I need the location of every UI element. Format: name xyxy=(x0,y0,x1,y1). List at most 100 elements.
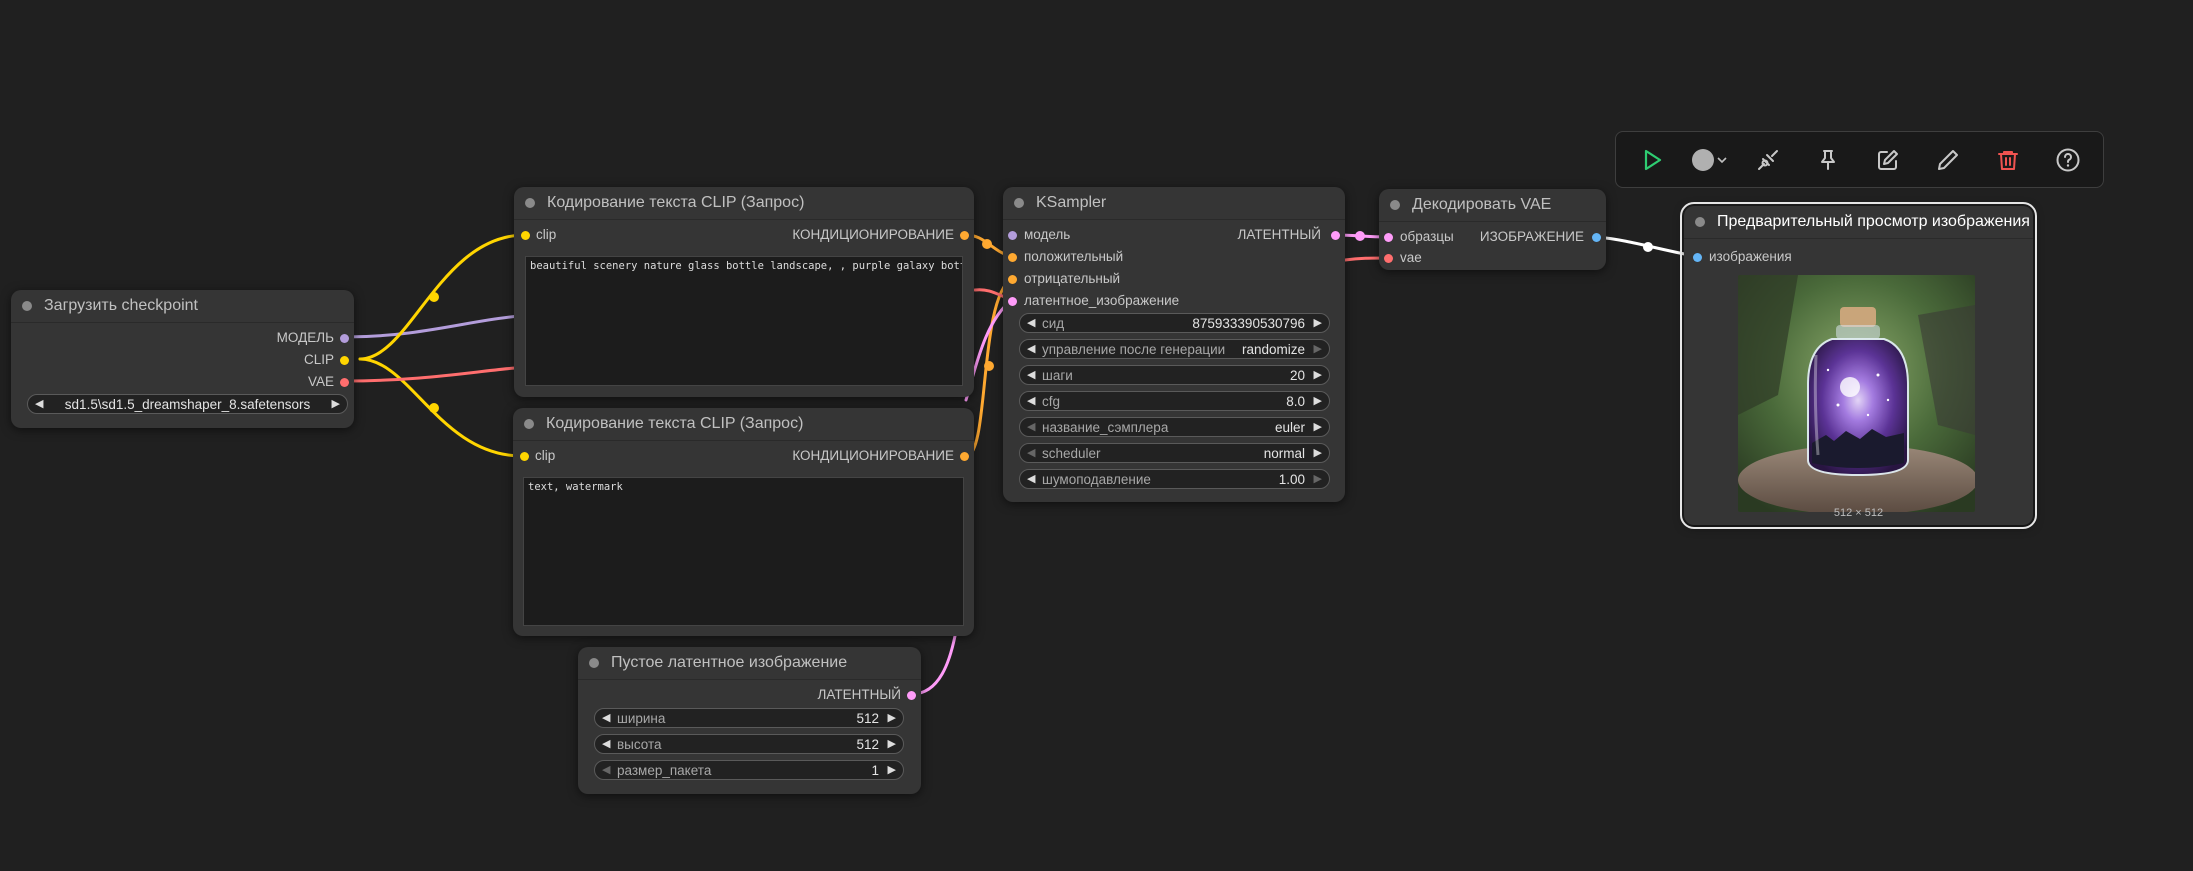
output-conditioning-port[interactable] xyxy=(960,452,969,461)
arrow-right-icon[interactable]: ▶ xyxy=(1314,342,1322,356)
arrow-left-icon[interactable]: ◀ xyxy=(1027,342,1035,356)
collapse-dot-icon[interactable] xyxy=(524,419,534,429)
collapse-dot-icon[interactable] xyxy=(1014,198,1024,208)
arrow-left-icon[interactable]: ◀ xyxy=(602,711,610,725)
node-title: Загрузить checkpoint xyxy=(44,297,198,314)
control-value: randomize xyxy=(1241,342,1305,357)
output-conditioning-port[interactable] xyxy=(960,231,969,240)
control-after-generate-widget[interactable]: ◀ управление после генерации randomize ▶ xyxy=(1019,339,1330,359)
collapse-dot-icon[interactable] xyxy=(589,658,599,668)
collapse-dot-icon[interactable] xyxy=(1695,217,1705,227)
output-conditioning-label: КОНДИЦИОНИРОВАНИЕ xyxy=(792,227,954,242)
run-button[interactable] xyxy=(1636,144,1668,176)
input-clip-port[interactable] xyxy=(521,231,530,240)
help-button[interactable] xyxy=(2052,144,2084,176)
arrow-left-icon[interactable]: ◀ xyxy=(35,397,43,411)
arrow-right-icon[interactable]: ▶ xyxy=(888,711,896,725)
input-model-port[interactable] xyxy=(1008,231,1017,240)
output-image-port[interactable] xyxy=(1592,233,1601,242)
node-title-bar[interactable]: Пустое латентное изображение xyxy=(578,647,921,680)
prompt-textarea[interactable]: beautiful scenery nature glass bottle la… xyxy=(525,256,963,386)
arrow-right-icon[interactable]: ▶ xyxy=(888,737,896,751)
arrow-left-icon[interactable]: ◀ xyxy=(1027,316,1035,330)
arrow-right-icon[interactable]: ▶ xyxy=(1314,368,1322,382)
arrow-left-icon[interactable]: ◀ xyxy=(1027,368,1035,382)
output-latent-port[interactable] xyxy=(1331,231,1340,240)
load-checkpoint-node[interactable]: Загрузить checkpoint МОДЕЛЬ CLIP VAE ◀ s… xyxy=(11,290,354,428)
input-samples-port[interactable] xyxy=(1384,233,1393,242)
edit-icon xyxy=(1878,150,1898,170)
steps-widget[interactable]: ◀ шаги 20 ▶ xyxy=(1019,365,1330,385)
cfg-value: 8.0 xyxy=(1286,394,1305,409)
node-title-bar[interactable]: Декодировать VAE xyxy=(1379,189,1606,222)
input-model-label: модель xyxy=(1024,227,1071,242)
batch-size-value: 1 xyxy=(871,763,879,778)
arrow-right-icon[interactable]: ▶ xyxy=(1314,420,1322,434)
node-title-bar[interactable]: Кодирование текста CLIP (Запрос) xyxy=(514,187,974,220)
arrow-right-icon[interactable]: ▶ xyxy=(1314,472,1322,486)
arrow-left-icon[interactable]: ◀ xyxy=(602,737,610,751)
vae-decode-node[interactable]: Декодировать VAE образцы ИЗОБРАЖЕНИЕ vae xyxy=(1379,189,1606,270)
pencil-button[interactable] xyxy=(1932,144,1964,176)
sampler-name-widget[interactable]: ◀ название_сэмплера euler ▶ xyxy=(1019,417,1330,437)
pencil-icon xyxy=(1938,150,1958,170)
scheduler-widget[interactable]: ◀ scheduler normal ▶ xyxy=(1019,443,1330,463)
node-title: Пустое латентное изображение xyxy=(611,654,848,671)
bypass-button[interactable] xyxy=(1752,144,1784,176)
input-latent-port[interactable] xyxy=(1008,297,1017,306)
node-title-bar[interactable]: Предварительный просмотр изображения xyxy=(1684,206,2033,239)
prompt-textarea[interactable]: text, watermark xyxy=(523,477,964,626)
height-widget[interactable]: ◀ высота 512 ▶ xyxy=(594,734,904,754)
width-widget[interactable]: ◀ ширина 512 ▶ xyxy=(594,708,904,728)
input-positive-port[interactable] xyxy=(1008,253,1017,262)
preview-image[interactable] xyxy=(1738,275,1975,512)
input-clip-label: clip xyxy=(535,448,556,463)
play-icon xyxy=(1644,149,1662,171)
output-clip-port[interactable] xyxy=(340,356,349,365)
node-title-bar[interactable]: KSampler xyxy=(1003,187,1345,220)
input-clip-port[interactable] xyxy=(520,452,529,461)
arrow-left-icon[interactable]: ◀ xyxy=(1027,446,1035,460)
ckpt-name-combo[interactable]: ◀ sd1.5\sd1.5_dreamshaper_8.safetensors … xyxy=(27,394,348,414)
collapse-dot-icon[interactable] xyxy=(22,301,32,311)
ksampler-node[interactable]: KSampler модель ЛАТЕНТНЫЙ положительный … xyxy=(1003,187,1345,502)
arrow-left-icon[interactable]: ◀ xyxy=(1027,420,1035,434)
arrow-right-icon[interactable]: ▶ xyxy=(888,763,896,777)
arrow-right-icon[interactable]: ▶ xyxy=(1314,394,1322,408)
collapse-dot-icon[interactable] xyxy=(1390,200,1400,210)
node-title-bar[interactable]: Загрузить checkpoint xyxy=(11,290,354,323)
node-title-bar[interactable]: Кодирование текста CLIP (Запрос) xyxy=(513,408,974,441)
output-model-port[interactable] xyxy=(340,334,349,343)
denoise-widget[interactable]: ◀ шумоподавление 1.00 ▶ xyxy=(1019,469,1330,489)
pin-button[interactable] xyxy=(1812,144,1844,176)
color-picker-button[interactable] xyxy=(1686,144,1732,176)
cfg-widget[interactable]: ◀ cfg 8.0 ▶ xyxy=(1019,391,1330,411)
height-value: 512 xyxy=(856,737,879,752)
input-images-port[interactable] xyxy=(1693,253,1702,262)
batch-size-widget[interactable]: ◀ размер_пакета 1 ▶ xyxy=(594,760,904,780)
clip-text-encode-negative-node[interactable]: Кодирование текста CLIP (Запрос) clip КО… xyxy=(513,408,974,636)
node-toolbar xyxy=(1615,131,2104,188)
arrow-left-icon[interactable]: ◀ xyxy=(602,763,610,777)
edit-button[interactable] xyxy=(1872,144,1904,176)
input-vae-port[interactable] xyxy=(1384,254,1393,263)
preview-image-node[interactable]: Предварительный просмотр изображения изо… xyxy=(1680,202,2037,529)
trash-icon xyxy=(1998,151,2018,170)
arrow-left-icon[interactable]: ◀ xyxy=(1027,394,1035,408)
arrow-right-icon[interactable]: ▶ xyxy=(1314,446,1322,460)
clip-text-encode-positive-node[interactable]: Кодирование текста CLIP (Запрос) clip КО… xyxy=(514,187,974,397)
input-negative-port[interactable] xyxy=(1008,275,1017,284)
collapse-dot-icon[interactable] xyxy=(525,198,535,208)
empty-latent-image-node[interactable]: Пустое латентное изображение ЛАТЕНТНЫЙ ◀… xyxy=(578,647,921,794)
input-samples-label: образцы xyxy=(1400,229,1454,244)
output-vae-port[interactable] xyxy=(340,378,349,387)
sampler-value: euler xyxy=(1274,420,1305,435)
node-title: Предварительный просмотр изображения xyxy=(1717,213,2030,230)
output-clip-label: CLIP xyxy=(303,352,334,367)
delete-button[interactable] xyxy=(1992,144,2024,176)
seed-widget[interactable]: ◀ сид 875933390530796 ▶ xyxy=(1019,313,1330,333)
output-latent-port[interactable] xyxy=(907,691,916,700)
arrow-left-icon[interactable]: ◀ xyxy=(1027,472,1035,486)
arrow-right-icon[interactable]: ▶ xyxy=(1314,316,1322,330)
arrow-right-icon[interactable]: ▶ xyxy=(332,397,340,411)
